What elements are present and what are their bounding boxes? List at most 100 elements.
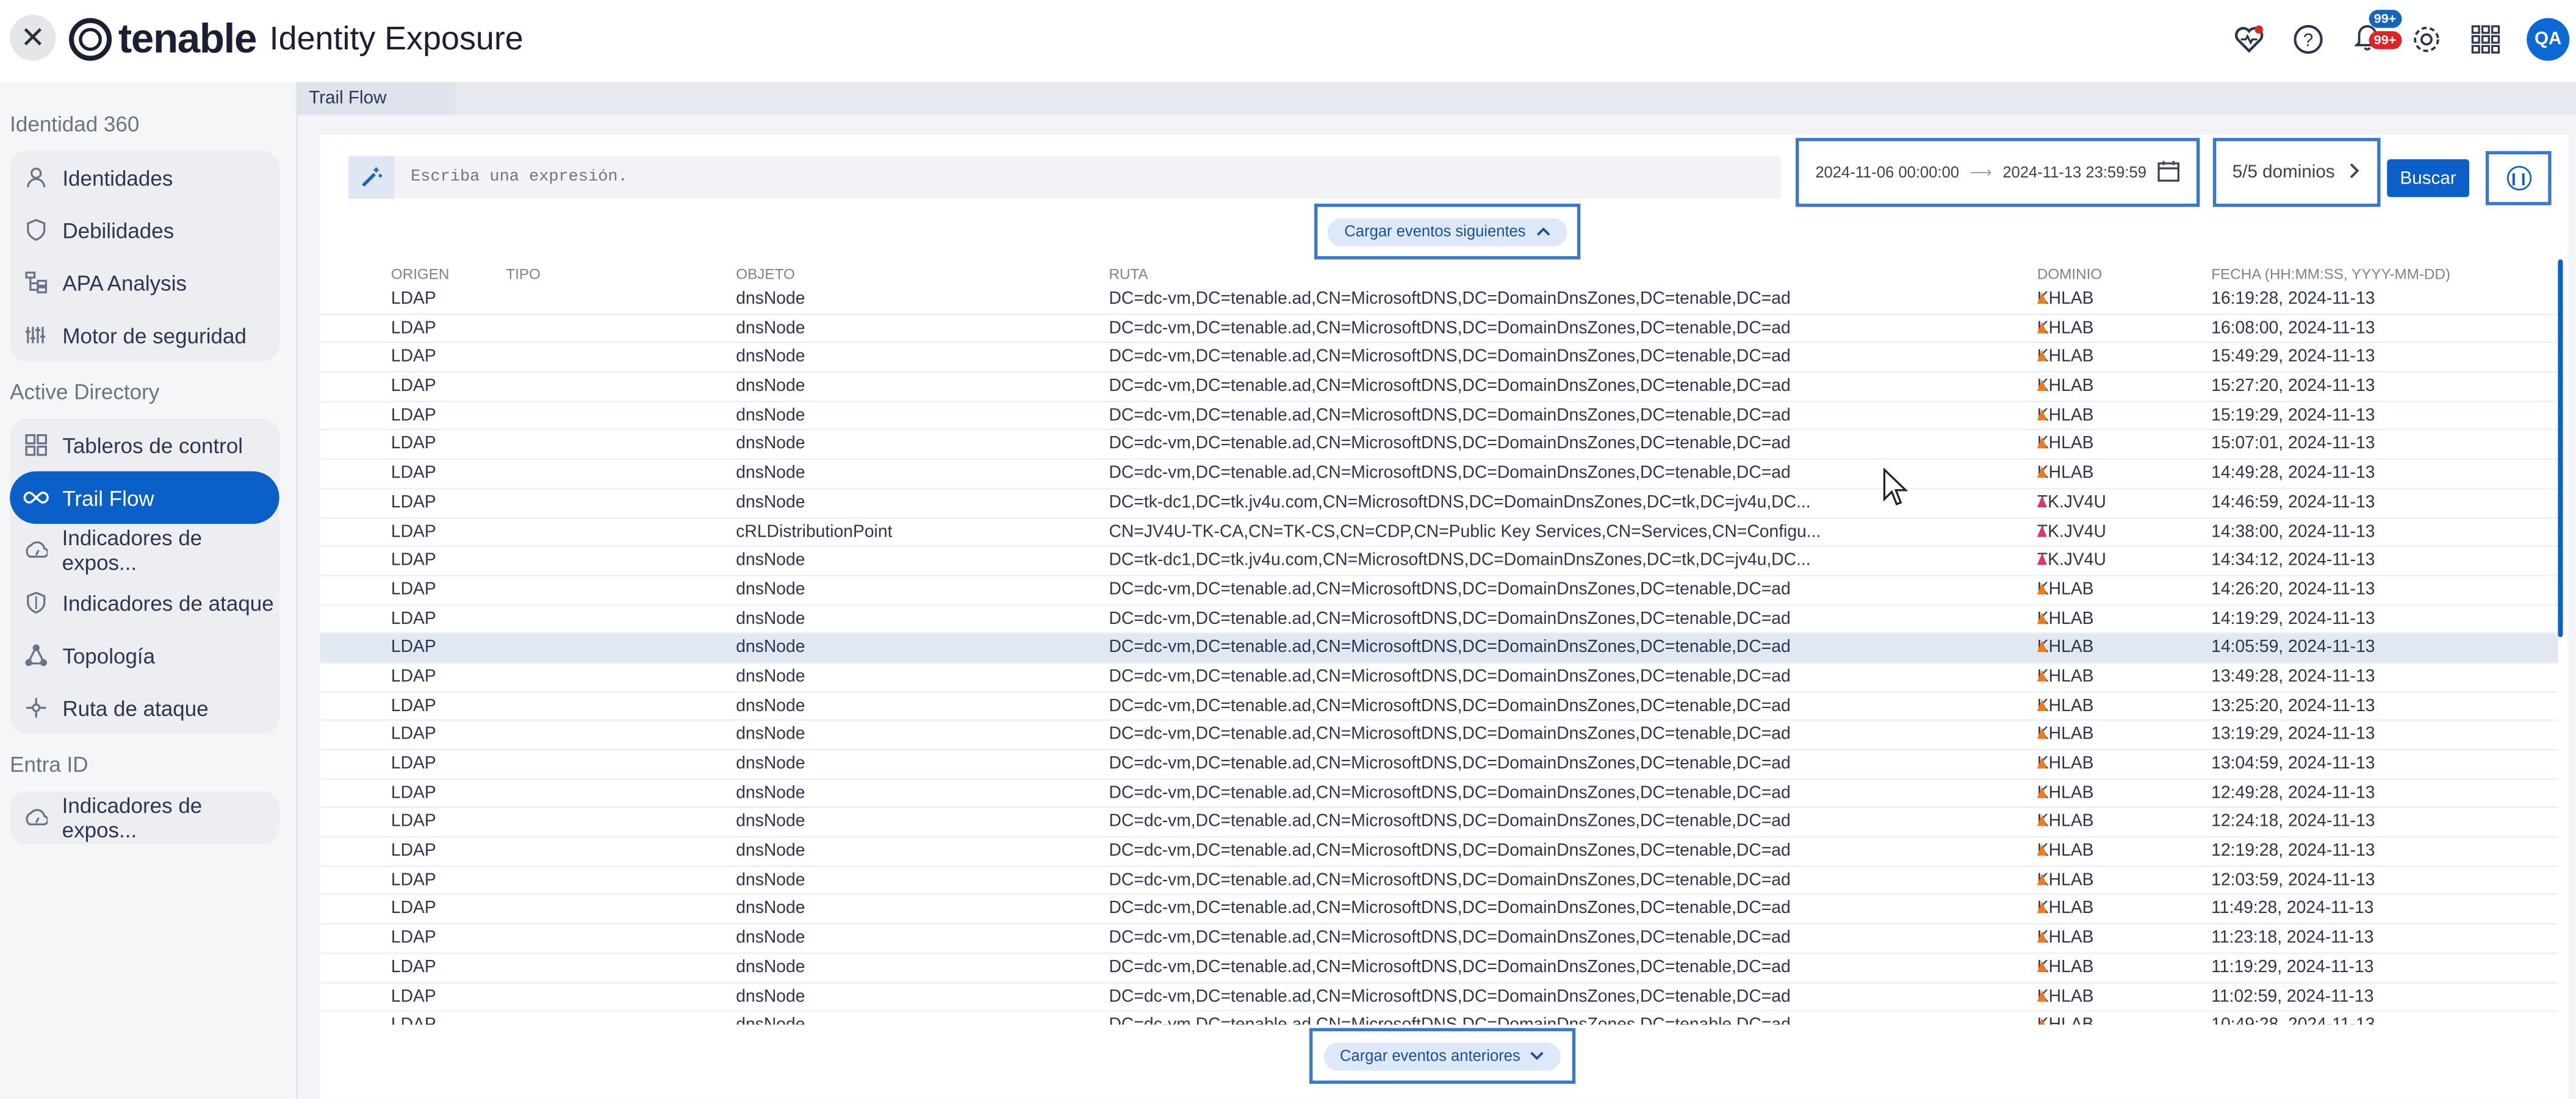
- table-row[interactable]: LDAP dnsNode DC=dc-vm,DC=tenable.ad,CN=Mic…: [320, 692, 2558, 721]
- close-button[interactable]: ✕: [10, 15, 56, 61]
- expression-input[interactable]: [394, 166, 1729, 188]
- load-previous-events-button[interactable]: Cargar eventos anteriores: [1323, 1042, 1562, 1070]
- cell-origen: LDAP: [390, 637, 436, 657]
- domain-triangle-icon: [2037, 670, 2047, 682]
- column-header-origen[interactable]: ORIGEN: [391, 266, 450, 282]
- table-row[interactable]: LDAP dnsNode DC=dc-vm,DC=tenable.ad,CN=Mic…: [320, 721, 2558, 751]
- cell-dominio: TK.JV4U: [2037, 521, 2106, 541]
- cell-origen: LDAP: [390, 318, 436, 338]
- column-header-fecha[interactable]: FECHA (HH:MM:SS, YYYY-MM-DD): [2211, 266, 2450, 282]
- chevron-right-icon: [2348, 162, 2361, 183]
- table-row[interactable]: LDAP dnsNode DC=dc-vm,DC=tenable.ad,CN=Mic…: [320, 286, 2558, 315]
- cell-origen: LDAP: [390, 695, 436, 715]
- table-row[interactable]: LDAP cRLDistributionPoint CN=JV4U-TK-CA,CN…: [320, 518, 2558, 548]
- sidebar-item-topologia[interactable]: Topología: [10, 629, 279, 681]
- sidebar-item-motor-de-seguridad[interactable]: Motor de seguridad: [10, 309, 279, 361]
- domain-triangle-icon: [2037, 960, 2047, 972]
- cell-ruta: DC=dc-vm,DC=tenable.ad,CN=MicrosoftDNS,D…: [1109, 434, 1791, 454]
- cell-dominio: KHLAB: [2037, 405, 2094, 425]
- table-row[interactable]: LDAP dnsNode DC=tk-dc1,DC=tk.jv4u.com,CN=M…: [320, 489, 2558, 518]
- load-next-events-button[interactable]: Cargar eventos siguientes: [1328, 217, 1567, 246]
- domain-selector[interactable]: 5/5 dominios: [2212, 138, 2381, 207]
- cell-fecha: 14:26:20, 2024-11-13: [2211, 579, 2375, 600]
- cell-ruta: DC=tk-dc1,DC=tk.jv4u.com,CN=MicrosoftDNS…: [1109, 550, 1811, 570]
- column-header-tipo[interactable]: TIPO: [506, 266, 541, 282]
- brand-name: tenable: [118, 15, 257, 62]
- table-row[interactable]: LDAP dnsNode DC=tk-dc1,DC=tk.jv4u.com,CN=M…: [320, 547, 2558, 576]
- column-header-objeto[interactable]: OBJETO: [736, 266, 795, 282]
- table-row[interactable]: LDAP dnsNode DC=dc-vm,DC=tenable.ad,CN=Mic…: [320, 431, 2558, 460]
- cell-ruta: DC=dc-vm,DC=tenable.ad,CN=MicrosoftDNS,D…: [1109, 318, 1791, 338]
- help-icon[interactable]: ?: [2290, 21, 2326, 57]
- table-row[interactable]: LDAP dnsNode DC=dc-vm,DC=tenable.ad,CN=Mic…: [320, 809, 2558, 838]
- sidebar-item-tableros-de-control[interactable]: Tableros de control: [10, 419, 279, 471]
- sidebar-item-label: Trail Flow: [62, 485, 154, 510]
- sidebar-item-label: Indicadores de expos...: [62, 793, 203, 843]
- table-row[interactable]: LDAP dnsNode DC=dc-vm,DC=tenable.ad,CN=Mic…: [320, 373, 2558, 403]
- domain-label: TK.JV4U: [2037, 521, 2106, 542]
- column-header-dominio[interactable]: DOMINIO: [2037, 266, 2102, 282]
- sidebar-item-label: Topología: [62, 643, 156, 668]
- table-row[interactable]: LDAP dnsNode DC=dc-vm,DC=tenable.ad,CN=Mic…: [320, 344, 2558, 373]
- table-row[interactable]: LDAP dnsNode DC=dc-vm,DC=tenable.ad,CN=Mic…: [320, 605, 2558, 635]
- sliders-icon: [23, 322, 49, 348]
- magic-wand-icon[interactable]: [348, 156, 395, 199]
- cell-origen: LDAP: [390, 753, 436, 774]
- table-row[interactable]: LDAP dnsNode DC=dc-vm,DC=tenable.ad,CN=Mic…: [320, 896, 2558, 925]
- table-row[interactable]: LDAP dnsNode DC=dc-vm,DC=tenable.ad,CN=Mic…: [320, 460, 2558, 489]
- sidebar-item-label: Indicadores de expos...: [62, 525, 203, 575]
- sidebar-item-indicadores-de-ataque[interactable]: Indicadores de ataque: [10, 576, 279, 629]
- cell-objeto: dnsNode: [736, 695, 805, 715]
- date-range-picker[interactable]: 2024-11-06 00:00:00 ⟶ 2024-11-13 23:59:5…: [1796, 138, 2200, 207]
- table-row[interactable]: LDAP dnsNode DC=dc-vm,DC=tenable.ad,CN=Mic…: [320, 925, 2558, 954]
- sidebar-item-trail-flow[interactable]: Trail Flow: [10, 471, 279, 524]
- table-row[interactable]: LDAP dnsNode DC=dc-vm,DC=tenable.ad,CN=Mic…: [320, 315, 2558, 344]
- domain-triangle-icon: [2037, 612, 2047, 624]
- cell-objeto: dnsNode: [736, 637, 805, 657]
- cell-fecha: 11:19:29, 2024-11-13: [2211, 957, 2374, 977]
- domain-triangle-icon: [2037, 408, 2047, 420]
- apps-grid-icon[interactable]: [2467, 21, 2503, 57]
- column-header-ruta[interactable]: RUTA: [1109, 266, 1148, 282]
- cell-origen: LDAP: [390, 957, 436, 977]
- table-row[interactable]: LDAP dnsNode DC=dc-vm,DC=tenable.ad,CN=Mic…: [320, 634, 2558, 664]
- sidebar-item-debilidades[interactable]: Debilidades: [10, 204, 279, 256]
- notifications-button[interactable]: 99+ 99+: [2349, 10, 2402, 57]
- events-table-body: LDAP dnsNode DC=dc-vm,DC=tenable.ad,CN=Mic…: [320, 286, 2558, 1025]
- table-row[interactable]: LDAP dnsNode DC=dc-vm,DC=tenable.ad,CN=Mic…: [320, 954, 2558, 983]
- cell-ruta: CN=JV4U-TK-CA,CN=TK-CS,CN=CDP,CN=Public …: [1109, 521, 1821, 542]
- cell-ruta: DC=dc-vm,DC=tenable.ad,CN=MicrosoftDNS,D…: [1109, 753, 1791, 774]
- table-row[interactable]: LDAP dnsNode DC=dc-vm,DC=tenable.ad,CN=Mic…: [320, 751, 2558, 780]
- sidebar-item-identidades[interactable]: Identidades: [10, 151, 279, 204]
- cell-dominio: KHLAB: [2037, 841, 2094, 861]
- cell-origen: LDAP: [390, 550, 436, 570]
- cell-fecha: 13:19:29, 2024-11-13: [2211, 725, 2375, 745]
- sidebar-item-ruta-de-ataque[interactable]: Ruta de ataque: [10, 681, 279, 734]
- cell-fecha: 11:49:28, 2024-11-13: [2211, 899, 2374, 919]
- cell-ruta: DC=dc-vm,DC=tenable.ad,CN=MicrosoftDNS,D…: [1109, 347, 1791, 367]
- search-button[interactable]: Buscar: [2387, 159, 2469, 198]
- table-row[interactable]: LDAP dnsNode DC=dc-vm,DC=tenable.ad,CN=Mic…: [320, 402, 2558, 431]
- cell-dominio: KHLAB: [2037, 434, 2094, 454]
- table-row[interactable]: LDAP dnsNode DC=dc-vm,DC=tenable.ad,CN=Mic…: [320, 779, 2558, 809]
- tab-trail-flow[interactable]: Trail Flow: [297, 82, 455, 115]
- table-row[interactable]: LDAP dnsNode DC=dc-vm,DC=tenable.ad,CN=Mic…: [320, 1012, 2558, 1025]
- cell-fecha: 11:02:59, 2024-11-13: [2211, 986, 2374, 1006]
- table-scrollbar[interactable]: [2558, 259, 2563, 637]
- table-row[interactable]: LDAP dnsNode DC=dc-vm,DC=tenable.ad,CN=Mic…: [320, 867, 2558, 896]
- heart-pulse-icon[interactable]: [2231, 21, 2267, 57]
- calendar-icon[interactable]: [2157, 159, 2180, 187]
- table-row[interactable]: LDAP dnsNode DC=dc-vm,DC=tenable.ad,CN=Mic…: [320, 664, 2558, 693]
- sidebar-item-label: Ruta de ataque: [62, 695, 209, 720]
- sidebar-item-apa-analysis[interactable]: APA Analysis: [10, 256, 279, 309]
- user-avatar[interactable]: QA: [2527, 18, 2570, 61]
- pause-live-button[interactable]: ❙❙: [2485, 151, 2552, 206]
- notification-badge-blue: 99+: [2369, 10, 2402, 28]
- table-row[interactable]: LDAP dnsNode DC=dc-vm,DC=tenable.ad,CN=Mic…: [320, 983, 2558, 1012]
- sidebar-item-indicadores-de-exposicion[interactable]: Indicadores de expos...: [10, 524, 279, 576]
- table-row[interactable]: LDAP dnsNode DC=dc-vm,DC=tenable.ad,CN=Mic…: [320, 576, 2558, 606]
- cell-ruta: DC=dc-vm,DC=tenable.ad,CN=MicrosoftDNS,D…: [1109, 812, 1791, 832]
- gear-icon[interactable]: [2408, 21, 2444, 57]
- sidebar-item-entra-indicadores-de-exposicion[interactable]: Indicadores de expos...: [10, 792, 279, 844]
- table-row[interactable]: LDAP dnsNode DC=dc-vm,DC=tenable.ad,CN=Mic…: [320, 837, 2558, 867]
